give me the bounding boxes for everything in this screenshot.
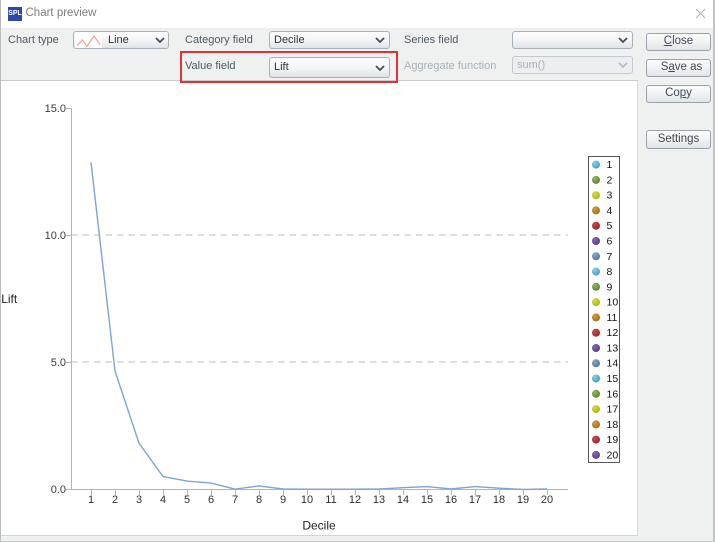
svg-text:19: 19: [517, 494, 529, 506]
svg-text:10.0: 10.0: [45, 230, 66, 242]
svg-text:Lift: Lift: [1, 292, 18, 306]
svg-text:5: 5: [607, 220, 613, 232]
svg-text:10: 10: [301, 494, 313, 506]
svg-text:15: 15: [607, 373, 619, 385]
svg-text:17: 17: [469, 494, 481, 506]
svg-text:5: 5: [184, 494, 190, 506]
svg-text:8: 8: [607, 266, 613, 278]
svg-text:17: 17: [607, 404, 619, 416]
svg-text:15: 15: [421, 494, 433, 506]
svg-text:12: 12: [607, 327, 619, 339]
svg-text:10: 10: [607, 297, 619, 309]
svg-text:1: 1: [607, 159, 613, 171]
svg-text:13: 13: [607, 343, 619, 355]
svg-text:6: 6: [208, 494, 214, 506]
svg-text:2: 2: [607, 174, 613, 186]
svg-text:20: 20: [607, 449, 619, 461]
svg-text:20: 20: [541, 494, 553, 506]
svg-text:1: 1: [88, 494, 94, 506]
svg-text:16: 16: [445, 494, 457, 506]
svg-text:11: 11: [325, 494, 336, 506]
svg-text:12: 12: [349, 494, 361, 506]
svg-text:14: 14: [607, 358, 619, 370]
svg-text:18: 18: [607, 419, 619, 431]
svg-text:7: 7: [607, 251, 613, 263]
svg-text:16: 16: [607, 388, 619, 400]
svg-text:9: 9: [280, 494, 286, 506]
svg-text:4: 4: [607, 205, 613, 217]
svg-text:2: 2: [112, 494, 118, 506]
svg-text:9: 9: [607, 281, 613, 293]
svg-text:0.0: 0.0: [51, 484, 66, 496]
svg-text:3: 3: [607, 190, 613, 202]
svg-text:14: 14: [397, 494, 409, 506]
svg-text:4: 4: [160, 494, 166, 506]
svg-text:5.0: 5.0: [51, 357, 66, 369]
svg-text:8: 8: [256, 494, 262, 506]
svg-text:7: 7: [232, 494, 238, 506]
svg-text:13: 13: [373, 494, 385, 506]
svg-text:19: 19: [607, 434, 619, 446]
svg-text:15.0: 15.0: [45, 103, 66, 115]
svg-text:11: 11: [607, 312, 618, 324]
svg-text:6: 6: [607, 236, 613, 248]
svg-text:3: 3: [136, 494, 142, 506]
svg-text:Decile: Decile: [302, 519, 336, 533]
svg-text:18: 18: [493, 494, 505, 506]
